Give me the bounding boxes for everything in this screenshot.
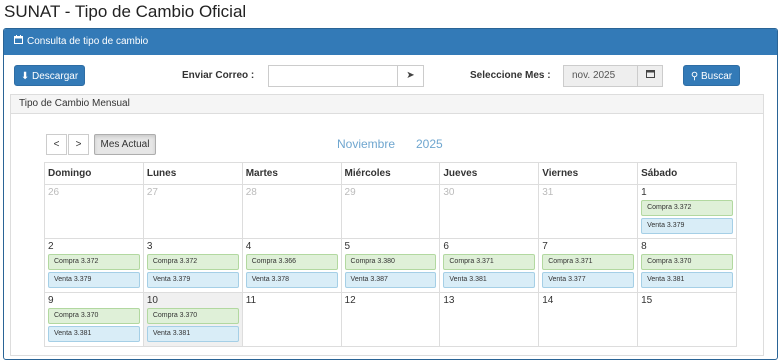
weekday-header: Sábado: [637, 162, 737, 185]
search-button[interactable]: ⚲ Buscar: [683, 65, 740, 86]
email-label: Enviar Correo :: [182, 70, 255, 81]
calendar-icon: [14, 29, 23, 55]
download-button[interactable]: ⬇ Descargar: [14, 65, 85, 86]
day-number: 10: [146, 295, 158, 306]
calendar-day-cell[interactable]: 1 Compra 3.372 Venta 3.379: [637, 184, 737, 239]
day-number: 3: [146, 241, 153, 252]
buy-rate-badge: Compra 3.372: [48, 254, 140, 270]
sell-rate-badge: Venta 3.377: [542, 272, 635, 288]
day-number: 5: [344, 241, 351, 252]
buy-rate-badge: Compra 3.372: [146, 254, 239, 270]
weekday-header: Viernes: [538, 162, 639, 185]
weekday-header: Martes: [241, 162, 342, 185]
panel-title: Consulta de tipo de cambio: [27, 36, 149, 47]
buy-rate-badge: Compra 3.370: [48, 308, 140, 324]
calendar-day-cell[interactable]: 6 Compra 3.371 Venta 3.381: [439, 238, 540, 293]
weekday-header: Domingo: [44, 162, 144, 185]
sell-rate-badge: Venta 3.387: [344, 272, 437, 288]
day-number: 27: [146, 187, 158, 198]
buy-rate-badge: Compra 3.372: [641, 200, 733, 216]
sell-rate-badge: Venta 3.381: [48, 326, 140, 342]
sell-rate-badge: Venta 3.378: [245, 272, 338, 288]
month-input[interactable]: nov. 2025: [563, 65, 638, 87]
calendar-day-cell[interactable]: 3 Compra 3.372 Venta 3.379: [142, 238, 243, 293]
download-label: Descargar: [32, 71, 79, 82]
buy-rate-badge: Compra 3.370: [641, 254, 733, 270]
email-input[interactable]: [268, 65, 398, 87]
send-icon: ➤: [406, 70, 415, 81]
buy-rate-badge: Compra 3.370: [146, 308, 239, 324]
day-number: 8: [641, 241, 647, 252]
calendar-day-cell[interactable]: 15: [637, 292, 737, 347]
day-number: 2: [48, 241, 54, 252]
calendar-day-cell[interactable]: 12: [340, 292, 441, 347]
day-number: 6: [443, 241, 449, 252]
day-number: 15: [641, 295, 653, 306]
sell-rate-badge: Venta 3.379: [48, 272, 140, 288]
calendar-year: 2025: [416, 137, 443, 151]
day-number: 4: [245, 241, 252, 252]
calendar-day-cell[interactable]: 14: [538, 292, 639, 347]
day-number: 1: [641, 187, 647, 198]
sell-rate-badge: Venta 3.381: [146, 326, 239, 342]
calendar-month-name: Noviembre: [337, 137, 396, 151]
day-number: 30: [443, 187, 455, 198]
panel-heading: Consulta de tipo de cambio: [4, 29, 777, 55]
weekday-header: Lunes: [142, 162, 243, 185]
calendar-day-cell[interactable]: 9 Compra 3.370 Venta 3.381: [44, 292, 144, 347]
calendar-picker-icon: [645, 70, 655, 81]
sell-rate-badge: Venta 3.381: [641, 272, 733, 288]
buy-rate-badge: Compra 3.371: [443, 254, 536, 270]
day-number: 9: [48, 295, 54, 306]
day-number: 11: [245, 295, 257, 306]
current-month-button[interactable]: Mes Actual: [94, 134, 156, 155]
day-number: 12: [344, 295, 356, 306]
calendar-grid: Domingo Lunes Martes Miércoles Jueves Vi…: [44, 162, 737, 347]
calendar-day-cell[interactable]: 31: [538, 184, 639, 239]
calendar-day-cell[interactable]: 30: [439, 184, 540, 239]
calendar-day-cell[interactable]: 8 Compra 3.370 Venta 3.381: [637, 238, 737, 293]
sell-rate-badge: Venta 3.379: [641, 218, 733, 234]
day-number: 13: [443, 295, 455, 306]
weekday-header: Miércoles: [340, 162, 441, 185]
calendar-day-cell[interactable]: 2 Compra 3.372 Venta 3.379: [44, 238, 144, 293]
buy-rate-badge: Compra 3.366: [245, 254, 338, 270]
monthly-rate-title: Tipo de Cambio Mensual: [11, 95, 763, 114]
search-icon: ⚲: [690, 71, 699, 82]
prev-month-button[interactable]: <: [46, 134, 67, 155]
page-title: SUNAT - Tipo de Cambio Oficial: [4, 2, 247, 21]
calendar-day-cell[interactable]: 26: [44, 184, 144, 239]
calendar-week-row: 9 Compra 3.370 Venta 3.381 10 Compra 3.370 Ve…: [44, 292, 737, 347]
sell-rate-badge: Venta 3.381: [443, 272, 536, 288]
sell-rate-badge: Venta 3.379: [146, 272, 239, 288]
day-number: 28: [245, 187, 257, 198]
calendar-day-cell[interactable]: 5 Compra 3.380 Venta 3.387: [340, 238, 441, 293]
next-month-button[interactable]: >: [68, 134, 89, 155]
calendar-day-cell[interactable]: 11: [241, 292, 342, 347]
weekday-header: Jueves: [439, 162, 540, 185]
search-label: Buscar: [700, 71, 733, 82]
calendar-week-row: 2 Compra 3.372 Venta 3.379 3 Compra 3.372 Ven…: [44, 238, 737, 293]
month-picker-button[interactable]: [637, 65, 663, 87]
download-icon: ⬇: [20, 71, 30, 82]
calendar-day-cell[interactable]: 27: [142, 184, 243, 239]
send-email-button[interactable]: ➤: [397, 65, 424, 87]
day-number: 14: [542, 295, 554, 306]
day-number: 26: [48, 187, 60, 198]
day-number: 29: [344, 187, 356, 198]
calendar-day-cell[interactable]: 10 Compra 3.370 Venta 3.381: [142, 292, 243, 347]
buy-rate-badge: Compra 3.380: [344, 254, 437, 270]
day-number: 31: [542, 187, 554, 198]
calendar-day-cell[interactable]: 29: [340, 184, 441, 239]
buy-rate-badge: Compra 3.371: [542, 254, 635, 270]
calendar-day-cell[interactable]: 13: [439, 292, 540, 347]
day-number: 7: [542, 241, 548, 252]
calendar-week-row: 26 27 28 29 30 31 1 Compra 3.372 Venta 3.379: [44, 184, 737, 239]
calendar-day-cell[interactable]: 4 Compra 3.366 Venta 3.378: [241, 238, 342, 293]
month-label: Seleccione Mes :: [470, 70, 551, 81]
calendar-day-cell[interactable]: 28: [241, 184, 342, 239]
calendar-day-cell[interactable]: 7 Compra 3.371 Venta 3.377: [538, 238, 639, 293]
